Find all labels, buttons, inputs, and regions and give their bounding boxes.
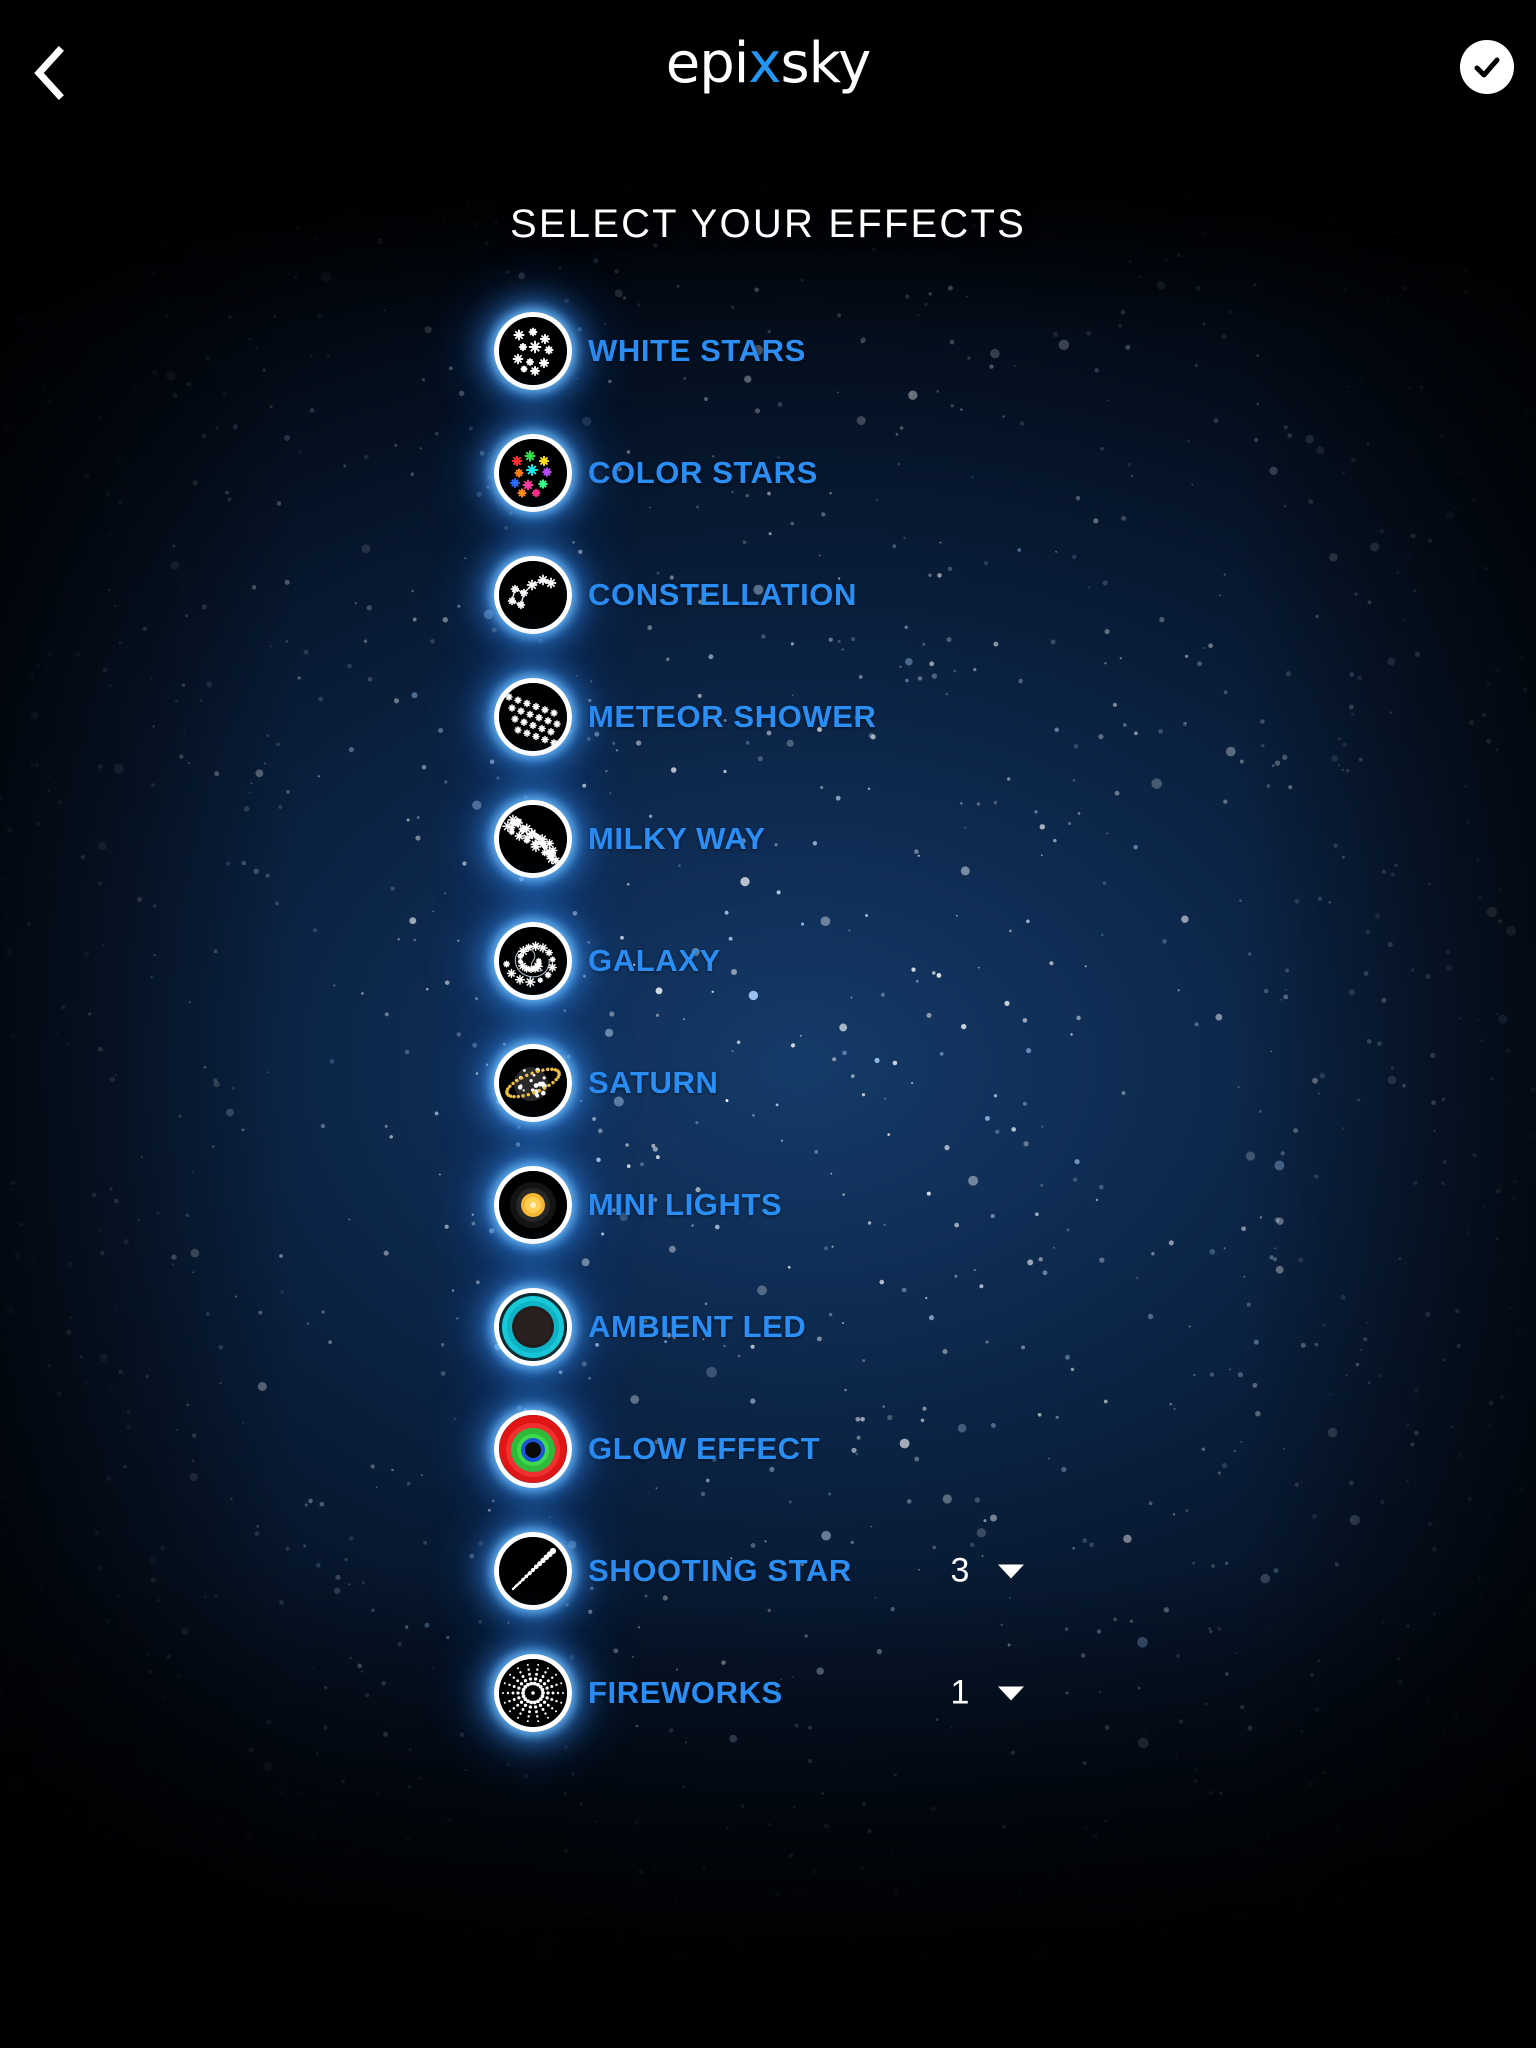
saturn-icon	[494, 1044, 572, 1122]
ambient-led-icon	[494, 1288, 572, 1366]
effect-row-saturn[interactable]: SATURN	[0, 1022, 1536, 1144]
effect-row-constellation[interactable]: CONSTELLATION	[0, 534, 1536, 656]
effect-icon-button[interactable]	[494, 1532, 572, 1610]
chevron-down-icon	[998, 1564, 1024, 1578]
effect-row-glow-effect[interactable]: GLOW EFFECT	[0, 1388, 1536, 1510]
effect-count-value: 1	[950, 1673, 970, 1712]
effect-label: MILKY WAY	[588, 821, 766, 856]
top-bar: epixsky	[0, 0, 1536, 142]
effect-icon-button[interactable]	[494, 1410, 572, 1488]
effect-icon-button[interactable]	[494, 1166, 572, 1244]
effect-label: METEOR SHOWER	[588, 699, 877, 734]
effect-row-fireworks[interactable]: FIREWORKS 1	[0, 1632, 1536, 1754]
effect-icon-button[interactable]	[494, 922, 572, 1000]
effect-icon-button[interactable]	[494, 312, 572, 390]
app-logo: epixsky	[666, 36, 871, 92]
shooting-star-icon	[494, 1532, 572, 1610]
effect-row-shooting-star[interactable]: SHOOTING STAR 3	[0, 1510, 1536, 1632]
effect-label: AMBIENT LED	[588, 1309, 807, 1344]
effect-icon-button[interactable]	[494, 678, 572, 756]
chevron-down-icon	[998, 1686, 1024, 1700]
effect-label: COLOR STARS	[588, 455, 818, 490]
effect-icon-button[interactable]	[494, 800, 572, 878]
effect-label: FIREWORKS	[588, 1675, 783, 1710]
glow-effect-icon	[494, 1410, 572, 1488]
logo-accent-x: x	[748, 31, 781, 96]
effect-label: GLOW EFFECT	[588, 1431, 821, 1466]
effect-icon-button[interactable]	[494, 1044, 572, 1122]
chevron-left-icon	[34, 46, 64, 100]
effect-label: CONSTELLATION	[588, 577, 857, 612]
effect-row-ambient-led[interactable]: AMBIENT LED	[0, 1266, 1536, 1388]
constellation-icon	[494, 556, 572, 634]
effect-row-milky-way[interactable]: MILKY WAY	[0, 778, 1536, 900]
effect-label: WHITE STARS	[588, 333, 806, 368]
color-stars-icon	[494, 434, 572, 512]
effect-label: SATURN	[588, 1065, 719, 1100]
effect-icon-button[interactable]	[494, 434, 572, 512]
white-stars-icon	[494, 312, 572, 390]
milky-way-icon	[494, 800, 572, 878]
galaxy-icon	[494, 922, 572, 1000]
meteor-shower-icon	[494, 678, 572, 756]
confirm-button[interactable]	[1460, 40, 1514, 94]
effect-label: SHOOTING STAR	[588, 1553, 852, 1588]
logo-text-first: epi	[665, 31, 750, 96]
effect-icon-button[interactable]	[494, 1654, 572, 1732]
effects-list: WHITE STARS COLOR STARS CONSTELLATION METEO…	[0, 290, 1536, 1754]
effect-label: MINI LIGHTS	[588, 1187, 783, 1222]
effect-row-white-stars[interactable]: WHITE STARS	[0, 290, 1536, 412]
effect-count-value: 3	[950, 1551, 970, 1590]
app-screen: epixsky SELECT YOUR EFFECTS WHITE STARS C…	[0, 0, 1536, 2048]
effect-row-mini-lights[interactable]: MINI LIGHTS	[0, 1144, 1536, 1266]
fireworks-icon	[494, 1654, 572, 1732]
effect-label: GALAXY	[588, 943, 721, 978]
effect-row-galaxy[interactable]: GALAXY	[0, 900, 1536, 1022]
check-icon	[1474, 57, 1500, 78]
effect-row-color-stars[interactable]: COLOR STARS	[0, 412, 1536, 534]
effect-icon-button[interactable]	[494, 1288, 572, 1366]
effect-icon-button[interactable]	[494, 556, 572, 634]
effect-count-dropdown[interactable]: 3	[950, 1552, 1024, 1591]
back-button[interactable]	[14, 40, 84, 106]
effect-count-dropdown[interactable]: 1	[950, 1674, 1024, 1713]
page-title: SELECT YOUR EFFECTS	[510, 202, 1026, 246]
mini-lights-icon	[494, 1166, 572, 1244]
logo-text-last: sky	[780, 31, 871, 96]
effect-row-meteor-shower[interactable]: METEOR SHOWER	[0, 656, 1536, 778]
